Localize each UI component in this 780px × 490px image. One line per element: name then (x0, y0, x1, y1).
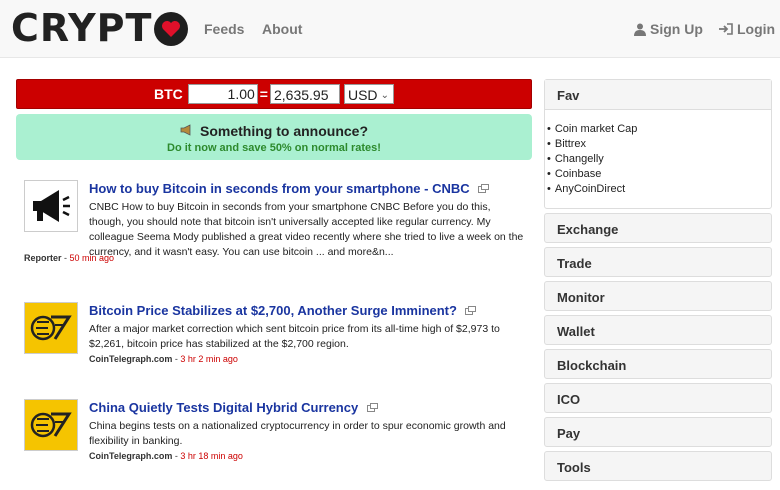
external-link-icon[interactable] (465, 302, 477, 320)
announce-title: Something to announce? (200, 123, 368, 139)
sign-up-link[interactable]: Sign Up (634, 21, 703, 37)
news-time: 50 min ago (69, 253, 115, 263)
external-link-icon[interactable] (366, 399, 378, 417)
meta-separator: - (61, 253, 70, 263)
panel-title: Pay (557, 426, 581, 441)
user-icon (634, 23, 646, 36)
fav-item[interactable]: AnyCoinDirect (547, 182, 771, 197)
cointelegraph-logo-icon[interactable] (24, 399, 78, 451)
news-title-link[interactable]: China Quietly Tests Digital Hybrid Curre… (89, 400, 358, 415)
external-link-icon[interactable] (478, 180, 490, 198)
news-meta: CoinTelegraph.com - 3 hr 18 min ago (89, 451, 525, 461)
news-time: 3 hr 2 min ago (180, 354, 238, 365)
panel-title: Tools (557, 460, 591, 475)
panel-title: Exchange (557, 222, 619, 237)
sidebar-panel-monitor[interactable]: Monitor (544, 281, 772, 311)
news-title-link[interactable]: Bitcoin Price Stabilizes at $2,700, Anot… (89, 303, 457, 318)
fav-list: Coin market Cap Bittrex Changelly Coinba… (545, 110, 771, 197)
currency-value: USD (347, 87, 378, 103)
btc-amount-input[interactable] (187, 84, 258, 104)
login-link[interactable]: Login (719, 21, 775, 37)
chevron-down-icon: ⌄ (380, 90, 389, 101)
sidebar-panel-tools[interactable]: Tools (544, 451, 772, 481)
news-description: CNBC How to buy Bitcoin in seconds from … (89, 201, 524, 259)
megaphone-icon[interactable] (24, 180, 78, 232)
panel-title: ICO (557, 392, 581, 407)
nav-feeds-link[interactable]: Feeds (204, 21, 244, 37)
fav-item[interactable]: Bittrex (547, 137, 771, 152)
sidebar-panel-exchange[interactable]: Exchange (544, 213, 772, 243)
login-icon (719, 23, 733, 35)
converted-value: 2,635.95 (269, 84, 340, 104)
news-source: CoinTelegraph.com (89, 354, 173, 365)
sidebar-panel-wallet[interactable]: Wallet (544, 315, 772, 345)
logo-heart-icon (154, 12, 189, 46)
fav-item[interactable]: Changelly (547, 152, 771, 167)
news-description: China begins tests on a nationalized cry… (89, 420, 506, 448)
fav-item[interactable]: Coinbase (547, 167, 771, 182)
fav-panel-title[interactable]: Fav (545, 80, 771, 110)
panel-title: Blockchain (557, 358, 627, 373)
top-navbar: CRYPT Feeds About Sign Up Login (0, 0, 780, 58)
btc-converter-bar: BTC = 2,635.95 USD ⌄ (16, 79, 532, 109)
panel-title: Wallet (557, 324, 595, 339)
logo-text: CRYPT (11, 6, 153, 50)
login-label: Login (737, 21, 776, 37)
panel-title: Monitor (557, 290, 605, 305)
fav-panel: Fav Coin market Cap Bittrex Changelly Co… (544, 79, 772, 209)
currency-select[interactable]: USD ⌄ (343, 84, 394, 104)
megaphone-icon (180, 123, 194, 139)
crypto-logo[interactable]: CRYPT (11, 6, 189, 50)
news-meta: Reporter - 50 min ago (24, 253, 114, 263)
news-title-link[interactable]: How to buy Bitcoin in seconds from your … (89, 181, 470, 196)
news-time: 3 hr 18 min ago (180, 451, 243, 462)
sidebar-panel-ico[interactable]: ICO (544, 383, 772, 413)
fav-item[interactable]: Coin market Cap (547, 122, 771, 137)
panel-title: Trade (557, 256, 592, 271)
sidebar-panel-pay[interactable]: Pay (544, 417, 772, 447)
nav-about-link[interactable]: About (262, 21, 302, 37)
news-meta: CoinTelegraph.com - 3 hr 2 min ago (89, 354, 525, 364)
announce-banner[interactable]: Something to announce? Do it now and sav… (16, 114, 532, 160)
news-description: After a major market correction which se… (89, 323, 500, 351)
announce-subtitle: Do it now and save 50% on normal rates! (167, 142, 381, 154)
converter-label: BTC (154, 86, 183, 102)
sidebar-panel-trade[interactable]: Trade (544, 247, 772, 277)
news-source: Reporter (24, 253, 62, 263)
cointelegraph-logo-icon[interactable] (24, 302, 78, 354)
equals-sign: = (259, 86, 268, 102)
sidebar-panel-blockchain[interactable]: Blockchain (544, 349, 772, 379)
sign-up-label: Sign Up (650, 21, 703, 37)
news-source: CoinTelegraph.com (89, 451, 173, 462)
